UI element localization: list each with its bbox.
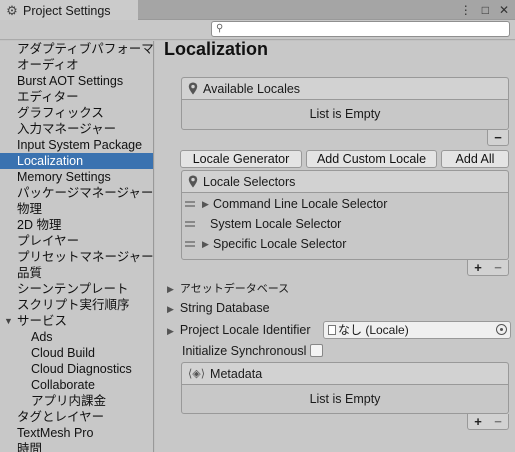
tab-project-settings[interactable]: ⚙ Project Settings bbox=[0, 0, 138, 20]
available-locales-header: Available Locales bbox=[182, 78, 508, 100]
sidebar-item-physics-2d[interactable]: 2D 物理 bbox=[0, 217, 153, 233]
add-metadata-button[interactable]: + bbox=[468, 414, 488, 429]
string-database-foldout[interactable]: ▶ String Database bbox=[167, 299, 270, 317]
drag-handle-icon[interactable] bbox=[185, 201, 195, 207]
menu-icon[interactable]: ⋮ bbox=[460, 3, 472, 17]
drag-handle-icon[interactable] bbox=[185, 241, 195, 247]
sidebar-item-cloud-build[interactable]: Cloud Build bbox=[0, 345, 153, 361]
sidebar-item-ads[interactable]: Ads bbox=[0, 329, 153, 345]
tab-title: Project Settings bbox=[23, 4, 111, 18]
foldout-label: String Database bbox=[179, 301, 270, 315]
initialize-sync-checkbox[interactable] bbox=[310, 344, 323, 357]
metadata-list: ⟨◈⟩ Metadata List is Empty bbox=[181, 362, 509, 414]
expand-arrow-icon[interactable]: ▼ bbox=[4, 313, 13, 329]
sidebar-item-player[interactable]: プレイヤー bbox=[0, 233, 153, 249]
sidebar-item-burst-aot[interactable]: Burst AOT Settings bbox=[0, 73, 153, 89]
sidebar-item-tags-and-layers[interactable]: タグとレイヤー bbox=[0, 409, 153, 425]
locale-selector-label: System Locale Selector bbox=[210, 217, 342, 231]
search-row: ⚲ bbox=[0, 20, 515, 40]
window-titlebar: ⚙ Project Settings ⋮ □ ✕ bbox=[0, 0, 515, 20]
sidebar-item-collaborate[interactable]: Collaborate bbox=[0, 377, 153, 393]
locale-selector-label: Specific Locale Selector bbox=[213, 237, 347, 251]
available-locales-empty-text: List is Empty bbox=[309, 107, 381, 121]
sidebar-item-scene-template[interactable]: シーンテンプレート bbox=[0, 281, 153, 297]
sidebar-item-textmesh-pro[interactable]: TextMesh Pro bbox=[0, 425, 153, 441]
initialize-sync-label: Initialize Synchronousl bbox=[182, 344, 307, 358]
sidebar-item-cloud-diagnostics[interactable]: Cloud Diagnostics bbox=[0, 361, 153, 377]
search-input[interactable]: ⚲ bbox=[211, 21, 510, 37]
locale-selector-label: Command Line Locale Selector bbox=[213, 197, 388, 211]
expand-arrow-icon[interactable]: ▶ bbox=[202, 194, 209, 214]
expand-arrow-icon[interactable]: ▶ bbox=[167, 304, 174, 314]
add-all-button[interactable]: Add All bbox=[441, 150, 509, 168]
sidebar-item-preset-manager[interactable]: プリセットマネージャー bbox=[0, 249, 153, 265]
sidebar-item-in-app-purchasing[interactable]: アプリ内課金 bbox=[0, 393, 153, 409]
sidebar-item-input-manager[interactable]: 入力マネージャー bbox=[0, 121, 153, 137]
metadata-footer: + − bbox=[467, 414, 509, 430]
object-picker-icon[interactable] bbox=[496, 324, 507, 335]
metadata-title: Metadata bbox=[210, 366, 263, 381]
locale-selector-row[interactable]: System Locale Selector bbox=[182, 214, 508, 234]
locale-asset-icon bbox=[328, 325, 336, 335]
location-pin-icon bbox=[188, 175, 198, 188]
project-locale-identifier-foldout[interactable]: ▶ Project Locale Identifier bbox=[167, 321, 311, 339]
settings-sidebar: アダプティブパフォーマンス オーディオ Burst AOT Settings エ… bbox=[0, 41, 154, 452]
locale-generator-button[interactable]: Locale Generator bbox=[180, 150, 302, 168]
available-locales-footer: − bbox=[487, 130, 509, 146]
close-icon[interactable]: ✕ bbox=[499, 3, 509, 17]
locale-selectors-list: Locale Selectors ▶ Command Line Locale S… bbox=[181, 170, 509, 260]
remove-selector-button[interactable]: − bbox=[488, 260, 508, 275]
sidebar-item-audio[interactable]: オーディオ bbox=[0, 57, 153, 73]
sidebar-item-graphics[interactable]: グラフィックス bbox=[0, 105, 153, 121]
sidebar-item-time[interactable]: 時間 bbox=[0, 441, 153, 452]
locale-selectors-title: Locale Selectors bbox=[203, 174, 296, 189]
page-title: Localization bbox=[164, 41, 269, 59]
sidebar-item-localization[interactable]: Localization bbox=[0, 153, 153, 169]
sidebar-item-memory-settings[interactable]: Memory Settings bbox=[0, 169, 153, 185]
available-locales-title: Available Locales bbox=[203, 81, 301, 96]
sidebar-item-script-execution-order[interactable]: スクリプト実行順序 bbox=[0, 297, 153, 313]
locale-selector-row[interactable]: ▶ Command Line Locale Selector bbox=[182, 194, 508, 214]
sidebar-item-package-manager[interactable]: パッケージマネージャー bbox=[0, 185, 153, 201]
sidebar-item-physics[interactable]: 物理 bbox=[0, 201, 153, 217]
sidebar-item-services[interactable]: ▼ サービス bbox=[0, 313, 153, 329]
location-pin-icon bbox=[188, 82, 198, 95]
window-controls: ⋮ □ ✕ bbox=[460, 0, 509, 20]
maximize-icon[interactable]: □ bbox=[482, 3, 489, 17]
search-icon: ⚲ bbox=[216, 23, 224, 34]
expand-arrow-icon[interactable]: ▶ bbox=[167, 326, 174, 336]
remove-locale-button[interactable]: − bbox=[488, 130, 508, 145]
add-selector-button[interactable]: + bbox=[468, 260, 488, 275]
available-locales-list: Available Locales List is Empty bbox=[181, 77, 509, 130]
expand-arrow-icon[interactable]: ▶ bbox=[167, 284, 174, 294]
sidebar-item-quality[interactable]: 品質 bbox=[0, 265, 153, 281]
project-locale-field[interactable]: なし (Locale) bbox=[323, 321, 511, 339]
remove-metadata-button[interactable]: − bbox=[488, 414, 508, 429]
drag-handle-icon[interactable] bbox=[185, 221, 195, 227]
foldout-label: アセットデータベース bbox=[179, 283, 290, 295]
sidebar-item-input-system[interactable]: Input System Package bbox=[0, 137, 153, 153]
metadata-header: ⟨◈⟩ Metadata bbox=[182, 363, 508, 385]
project-locale-value: なし (Locale) bbox=[338, 323, 409, 337]
metadata-empty-text: List is Empty bbox=[309, 392, 381, 406]
sidebar-item-adaptive-performance[interactable]: アダプティブパフォーマンス bbox=[0, 41, 153, 57]
asset-database-foldout[interactable]: ▶ アセットデータベース bbox=[167, 279, 289, 297]
sidebar-item-editor[interactable]: エディター bbox=[0, 89, 153, 105]
add-custom-locale-button[interactable]: Add Custom Locale bbox=[306, 150, 437, 168]
localization-settings-panel: Localization Available Locales List is E… bbox=[155, 41, 515, 452]
expand-arrow-icon[interactable]: ▶ bbox=[202, 234, 209, 254]
locale-selectors-header: Locale Selectors bbox=[182, 171, 508, 193]
locale-selector-row[interactable]: ▶ Specific Locale Selector bbox=[182, 234, 508, 254]
gear-icon: ⚙ bbox=[6, 3, 18, 18]
locale-selectors-footer: + − bbox=[467, 260, 509, 276]
metadata-icon: ⟨◈⟩ bbox=[188, 367, 206, 380]
foldout-label: Project Locale Identifier bbox=[179, 323, 311, 337]
sidebar-item-label: サービス bbox=[17, 314, 68, 328]
